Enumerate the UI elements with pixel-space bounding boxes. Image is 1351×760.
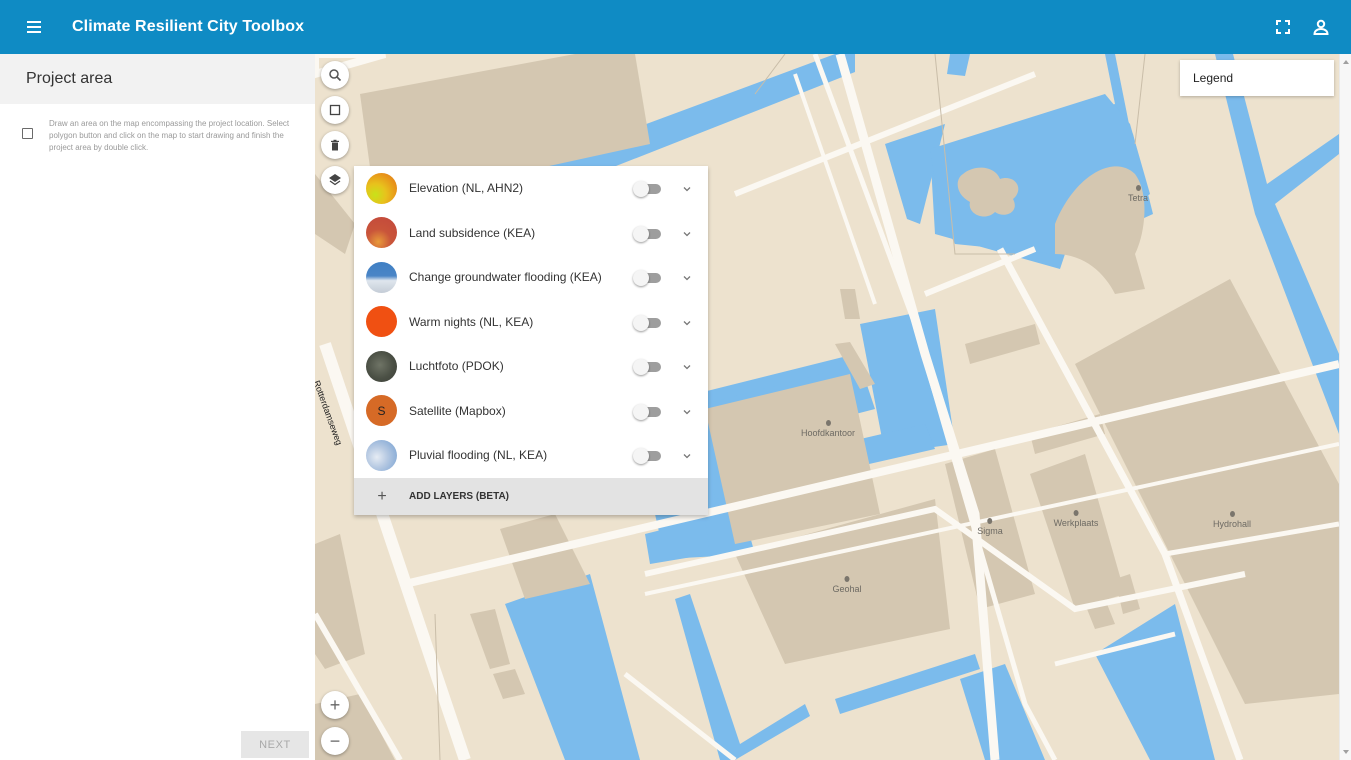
layer-label: Warm nights (NL, KEA) [409, 314, 534, 329]
sidebar-title: Project area [0, 54, 315, 104]
chevron-down-icon[interactable] [681, 361, 693, 373]
layer-row-warm-nights[interactable]: Warm nights (NL, KEA) [354, 300, 708, 345]
layer-label: Land subsidence (KEA) [409, 225, 536, 240]
plus-icon: + [329, 694, 341, 715]
add-layers-button[interactable]: + ADD LAYERS (BETA) [354, 478, 708, 515]
chevron-down-icon[interactable] [681, 406, 693, 418]
menu-icon[interactable] [22, 15, 46, 39]
account-icon[interactable] [1311, 17, 1331, 37]
pluvial-thumbnail [366, 439, 397, 471]
layer-toggle[interactable] [633, 403, 661, 420]
layer-label: Satellite (Mapbox) [409, 403, 506, 418]
fullscreen-icon[interactable] [1273, 17, 1293, 37]
subsidence-thumbnail [366, 217, 397, 249]
next-button[interactable]: NEXT [241, 731, 309, 758]
project-area-step: Draw an area on the map encompassing the… [0, 104, 315, 154]
layer-toggle[interactable] [633, 448, 661, 464]
layer-toggle[interactable] [633, 225, 661, 242]
layers-panel: Elevation (NL, AHN2) Land subsidence (KE… [354, 166, 708, 515]
layer-toggle[interactable] [633, 270, 661, 286]
poi-hydrohall[interactable]: Hydrohall [1213, 511, 1251, 529]
page-scrollbar[interactable] [1339, 54, 1351, 760]
search-icon[interactable] [321, 61, 349, 89]
app-bar: Climate Resilient City Toolbox [0, 0, 1351, 54]
zoom-out-button[interactable]: − [321, 727, 349, 755]
legend-button[interactable]: Legend [1180, 60, 1334, 96]
layer-row-groundwater[interactable]: Change groundwater flooding (KEA) [354, 255, 708, 300]
poi-sigma[interactable]: Sigma [977, 518, 1003, 536]
step-checkbox[interactable] [22, 128, 33, 139]
layer-label: Elevation (NL, AHN2) [409, 181, 524, 196]
chevron-down-icon[interactable] [681, 450, 693, 462]
satellite-thumbnail: S [366, 395, 397, 427]
layer-row-satellite[interactable]: S Satellite (Mapbox) [354, 389, 708, 434]
minus-icon: − [329, 730, 341, 751]
layer-row-luchtfoto[interactable]: Luchtfoto (PDOK) [354, 344, 708, 389]
warm-nights-thumbnail [366, 306, 397, 338]
poi-tetra[interactable]: Tetra [1128, 185, 1148, 203]
layers-icon[interactable] [321, 166, 349, 194]
chevron-down-icon[interactable] [681, 272, 693, 284]
square-icon[interactable] [321, 96, 349, 124]
scroll-up-icon[interactable] [1343, 60, 1349, 64]
groundwater-thumbnail [366, 261, 397, 293]
zoom-in-button[interactable]: + [321, 691, 349, 719]
plus-icon: + [377, 487, 387, 505]
elevation-thumbnail [366, 172, 397, 204]
layer-toggle[interactable] [633, 314, 661, 331]
poi-hoofdkantoor[interactable]: Hoofdkantoor [801, 420, 855, 438]
layer-label: Change groundwater flooding (KEA) [409, 270, 602, 285]
chevron-down-icon[interactable] [681, 317, 693, 329]
layer-row-pluvial[interactable]: Pluvial flooding (NL, KEA) [354, 433, 708, 478]
layer-row-subsidence[interactable]: Land subsidence (KEA) [354, 211, 708, 256]
chevron-down-icon[interactable] [681, 183, 693, 195]
trash-icon[interactable] [321, 131, 349, 159]
layer-label: Pluvial flooding (NL, KEA) [409, 448, 548, 463]
app-title: Climate Resilient City Toolbox [72, 18, 305, 35]
project-sidebar: Project area Draw an area on the map enc… [0, 54, 315, 760]
add-layers-label: ADD LAYERS (BETA) [409, 491, 510, 502]
layer-toggle[interactable] [633, 181, 661, 197]
layer-toggle[interactable] [633, 359, 661, 375]
layer-label: Luchtfoto (PDOK) [409, 359, 504, 374]
layer-row-elevation[interactable]: Elevation (NL, AHN2) [354, 166, 708, 211]
scroll-down-icon[interactable] [1343, 750, 1349, 754]
poi-geohal[interactable]: Geohal [832, 576, 862, 594]
step-instructions: Draw an area on the map encompassing the… [49, 119, 290, 152]
chevron-down-icon[interactable] [681, 228, 693, 240]
poi-werkplaats[interactable]: Werkplaats [1054, 510, 1098, 528]
luchtfoto-thumbnail [366, 350, 397, 382]
